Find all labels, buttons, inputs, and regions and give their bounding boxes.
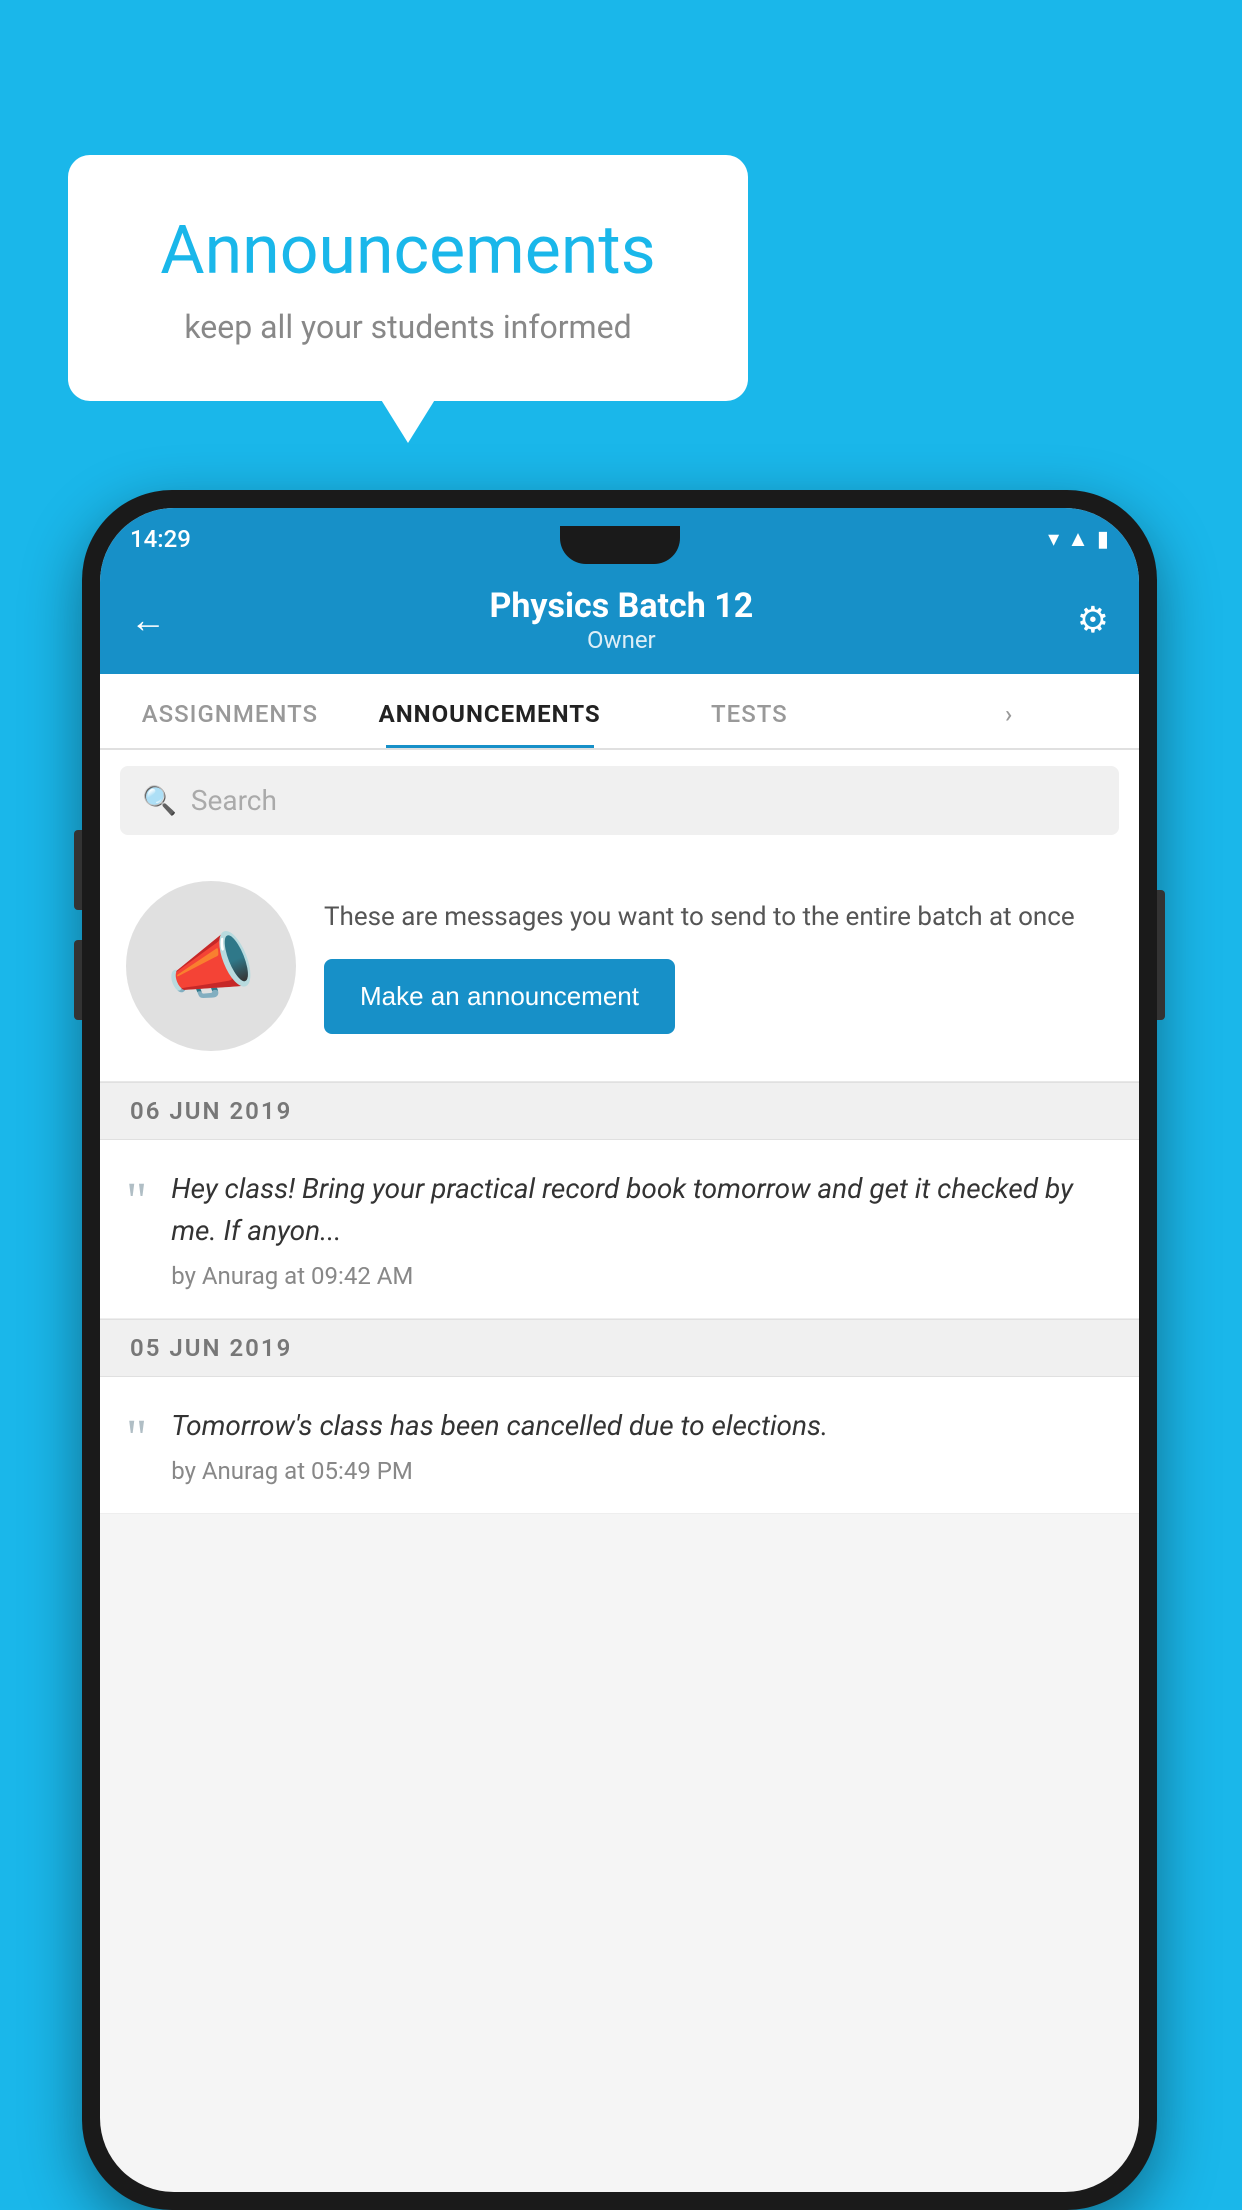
notch bbox=[560, 526, 680, 564]
battery-icon: ▮ bbox=[1097, 527, 1109, 552]
announcement-text-2: Tomorrow's class has been cancelled due … bbox=[171, 1405, 1113, 1447]
wifi-icon: ▾ bbox=[1048, 527, 1059, 552]
bubble-subtitle: keep all your students informed bbox=[128, 308, 688, 346]
promo-icon-circle: 📣 bbox=[126, 881, 296, 1051]
phone-frame: 14:29 ▾ ▲ ▮ ← Physics Batch 12 Owner ⚙ bbox=[82, 490, 1157, 2210]
status-icons: ▾ ▲ ▮ bbox=[1048, 526, 1109, 552]
tabs-container: ASSIGNMENTS ANNOUNCEMENTS TESTS › bbox=[100, 674, 1139, 750]
signal-icon: ▲ bbox=[1067, 526, 1089, 552]
tab-more[interactable]: › bbox=[879, 674, 1139, 748]
promo-description: These are messages you want to send to t… bbox=[324, 898, 1113, 937]
make-announcement-button[interactable]: Make an announcement bbox=[324, 959, 675, 1034]
back-button[interactable]: ← bbox=[130, 599, 166, 641]
promo-content: These are messages you want to send to t… bbox=[324, 898, 1113, 1034]
phone-screen: 14:29 ▾ ▲ ▮ ← Physics Batch 12 Owner ⚙ bbox=[100, 508, 1139, 2192]
date-separator-2: 05 JUN 2019 bbox=[100, 1319, 1139, 1377]
search-container: 🔍 Search bbox=[100, 750, 1139, 851]
announcement-item-1[interactable]: " Hey class! Bring your practical record… bbox=[100, 1140, 1139, 1319]
status-time: 14:29 bbox=[130, 525, 191, 553]
volume-up-button[interactable] bbox=[74, 830, 82, 910]
settings-icon[interactable]: ⚙ bbox=[1077, 599, 1109, 641]
announcement-content-2: Tomorrow's class has been cancelled due … bbox=[171, 1405, 1113, 1485]
app-header: ← Physics Batch 12 Owner ⚙ bbox=[100, 570, 1139, 674]
tab-announcements[interactable]: ANNOUNCEMENTS bbox=[360, 674, 620, 748]
announcement-text-1: Hey class! Bring your practical record b… bbox=[171, 1168, 1113, 1252]
promo-section: 📣 These are messages you want to send to… bbox=[100, 851, 1139, 1082]
search-icon: 🔍 bbox=[142, 784, 177, 817]
announcement-meta-1: by Anurag at 09:42 AM bbox=[171, 1262, 1113, 1290]
search-placeholder: Search bbox=[191, 784, 277, 817]
speech-bubble-container: Announcements keep all your students inf… bbox=[68, 155, 748, 401]
header-title: Physics Batch 12 bbox=[489, 586, 753, 626]
tab-tests[interactable]: TESTS bbox=[620, 674, 880, 748]
search-bar[interactable]: 🔍 Search bbox=[120, 766, 1119, 835]
power-button[interactable] bbox=[1157, 890, 1165, 1020]
quote-icon-1: " bbox=[126, 1168, 147, 1228]
announcement-content-1: Hey class! Bring your practical record b… bbox=[171, 1168, 1113, 1290]
phone-container: 14:29 ▾ ▲ ▮ ← Physics Batch 12 Owner ⚙ bbox=[82, 490, 1157, 2210]
date-separator-1: 06 JUN 2019 bbox=[100, 1082, 1139, 1140]
header-center: Physics Batch 12 Owner bbox=[489, 586, 753, 654]
bubble-title: Announcements bbox=[128, 210, 688, 290]
announcement-meta-2: by Anurag at 05:49 PM bbox=[171, 1457, 1113, 1485]
header-subtitle: Owner bbox=[489, 626, 753, 654]
announcement-item-2[interactable]: " Tomorrow's class has been cancelled du… bbox=[100, 1377, 1139, 1514]
quote-icon-2: " bbox=[126, 1405, 147, 1465]
tab-assignments[interactable]: ASSIGNMENTS bbox=[100, 674, 360, 748]
speech-bubble: Announcements keep all your students inf… bbox=[68, 155, 748, 401]
megaphone-icon: 📣 bbox=[166, 924, 256, 1009]
volume-down-button[interactable] bbox=[74, 940, 82, 1020]
